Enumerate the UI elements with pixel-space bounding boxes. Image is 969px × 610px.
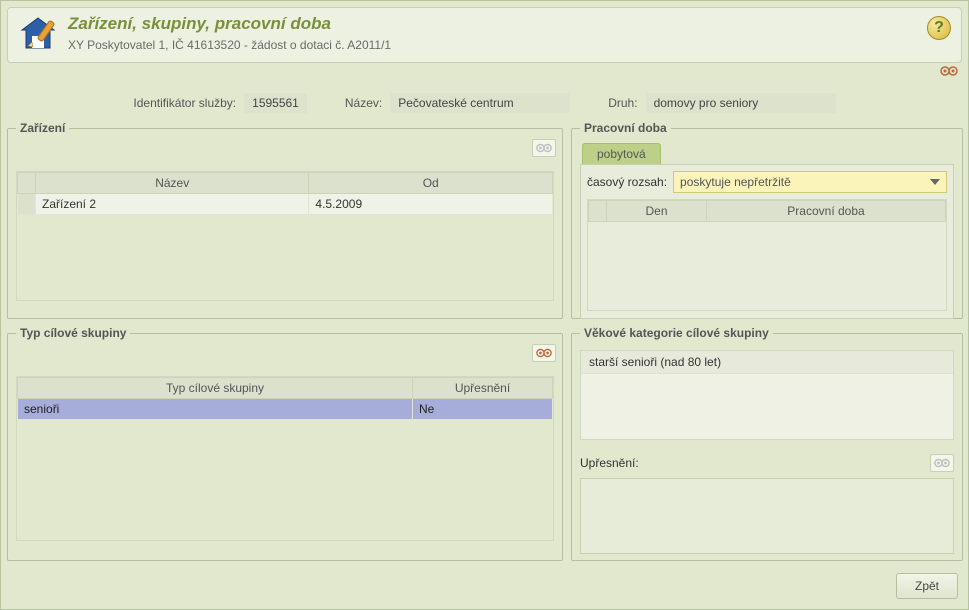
table-row[interactable]: senioři Ne <box>18 399 553 420</box>
page-header: Zařízení, skupiny, pracovní doba XY Posk… <box>7 7 962 63</box>
service-id-value: 1595561 <box>244 93 307 113</box>
upresneni-textbox[interactable] <box>580 478 954 554</box>
fieldset-pracovni-doba: Pracovní doba pobytová časový rozsah: po… <box>571 121 963 319</box>
chevron-down-icon <box>930 179 940 185</box>
typcil-cell-upres: Ne <box>413 399 553 420</box>
casovy-rozsah-label: časový rozsah: <box>587 175 667 189</box>
legend-zarizeni: Zařízení <box>16 121 69 135</box>
fieldset-vekove-kategorie: Věkové kategorie cílové skupiny starší s… <box>571 326 963 561</box>
fieldset-typ-cilove-skupiny: Typ cílové skupiny Typ cílové skupiny Up… <box>7 326 563 561</box>
page-title: Zařízení, skupiny, pracovní doba <box>68 14 391 34</box>
service-info-row: Identifikátor služby: 1595561 Název: Peč… <box>7 91 962 115</box>
service-name-value: Pečovateské centrum <box>390 93 570 113</box>
casovy-rozsah-value: poskytuje nepřetržitě <box>680 175 791 189</box>
page-subtitle: XY Poskytovatel 1, IČ 41613520 - žádost … <box>68 38 391 52</box>
zarizeni-col-od: Od <box>309 173 553 194</box>
help-icon[interactable]: ? <box>927 16 951 40</box>
pracdoba-col-pd: Pracovní doba <box>707 201 946 222</box>
zarizeni-cell-name: Zařízení 2 <box>36 194 309 215</box>
list-item[interactable]: starší senioři (nad 80 let) <box>581 351 953 374</box>
typcil-cell-typ: senioři <box>18 399 413 420</box>
table-row[interactable]: Zařízení 2 4.5.2009 <box>18 194 553 215</box>
pracovni-doba-table[interactable]: Den Pracovní doba <box>588 200 946 222</box>
zarizeni-table[interactable]: Název Od Zařízení 2 4.5.2009 <box>17 172 553 215</box>
vekove-list[interactable]: starší senioři (nad 80 let) <box>580 350 954 440</box>
legend-pracovni-doba: Pracovní doba <box>580 121 671 135</box>
zarizeni-col-name: Název <box>36 173 309 194</box>
legend-vekove-kategorie: Věkové kategorie cílové skupiny <box>580 326 773 340</box>
zarizeni-view-icon[interactable] <box>532 139 556 157</box>
service-type-value: domovy pro seniory <box>646 93 836 113</box>
typcil-view-icon[interactable] <box>532 344 556 362</box>
service-name-label: Název: <box>345 96 382 110</box>
main-frame: Zařízení, skupiny, pracovní doba XY Posk… <box>0 0 969 610</box>
service-type-label: Druh: <box>608 96 637 110</box>
fieldset-zarizeni: Zařízení Název Od <box>7 121 563 319</box>
typcil-col-typ: Typ cílové skupiny <box>18 378 413 399</box>
view-icon[interactable] <box>940 65 958 75</box>
back-button[interactable]: Zpět <box>896 573 958 599</box>
tab-pobytova[interactable]: pobytová <box>582 143 661 164</box>
legend-typ-cilove-skupiny: Typ cílové skupiny <box>16 326 130 340</box>
zarizeni-cell-od: 4.5.2009 <box>309 194 553 215</box>
upresneni-view-icon[interactable] <box>930 454 954 472</box>
casovy-rozsah-dropdown[interactable]: poskytuje nepřetržitě <box>673 171 947 193</box>
pracdoba-col-den: Den <box>607 201 707 222</box>
header-app-icon <box>18 14 58 54</box>
upresneni-label: Upřesnění: <box>580 456 639 470</box>
typcil-col-upres: Upřesnění <box>413 378 553 399</box>
service-id-label: Identifikátor služby: <box>133 96 236 110</box>
typcil-table[interactable]: Typ cílové skupiny Upřesnění senioři Ne <box>17 377 553 420</box>
